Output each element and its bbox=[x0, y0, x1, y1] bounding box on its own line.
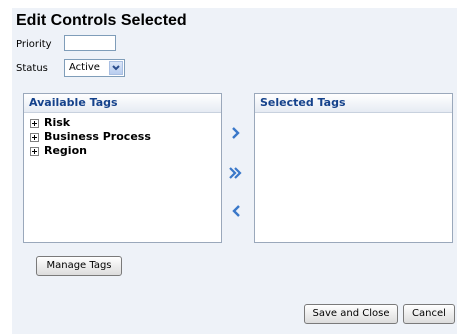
tree-item-region[interactable]: Region bbox=[24, 144, 221, 158]
priority-input[interactable] bbox=[64, 35, 116, 51]
status-select[interactable]: Active bbox=[64, 59, 125, 77]
priority-label: Priority bbox=[16, 39, 52, 50]
status-selected-value: Active bbox=[69, 62, 100, 73]
manage-tags-button[interactable]: Manage Tags bbox=[36, 256, 122, 276]
tree-item-business-process[interactable]: Business Process bbox=[24, 130, 221, 144]
cancel-button[interactable]: Cancel bbox=[403, 304, 455, 324]
status-label: Status bbox=[16, 63, 48, 74]
expand-icon[interactable] bbox=[30, 118, 39, 128]
chevron-down-icon[interactable] bbox=[109, 61, 123, 75]
tree-item-risk[interactable]: Risk bbox=[24, 116, 221, 130]
tree-item-label: Region bbox=[44, 144, 87, 157]
expand-icon[interactable] bbox=[30, 132, 39, 142]
available-tags-panel: Available Tags Risk Business Process Reg… bbox=[23, 93, 222, 243]
tree-item-label: Risk bbox=[44, 116, 71, 129]
dialog-title: Edit Controls Selected bbox=[16, 12, 187, 29]
double-chevron-right-icon[interactable] bbox=[229, 166, 243, 180]
edit-controls-dialog: Edit Controls Selected Priority Status A… bbox=[12, 8, 457, 334]
available-tags-header: Available Tags bbox=[24, 94, 221, 113]
expand-icon[interactable] bbox=[30, 146, 39, 156]
save-and-close-button[interactable]: Save and Close bbox=[304, 304, 398, 324]
chevron-left-icon[interactable] bbox=[229, 204, 243, 218]
tree-item-label: Business Process bbox=[44, 130, 151, 143]
selected-tags-panel: Selected Tags bbox=[254, 93, 453, 243]
selected-tags-header: Selected Tags bbox=[255, 94, 452, 113]
chevron-right-icon[interactable] bbox=[229, 126, 243, 140]
